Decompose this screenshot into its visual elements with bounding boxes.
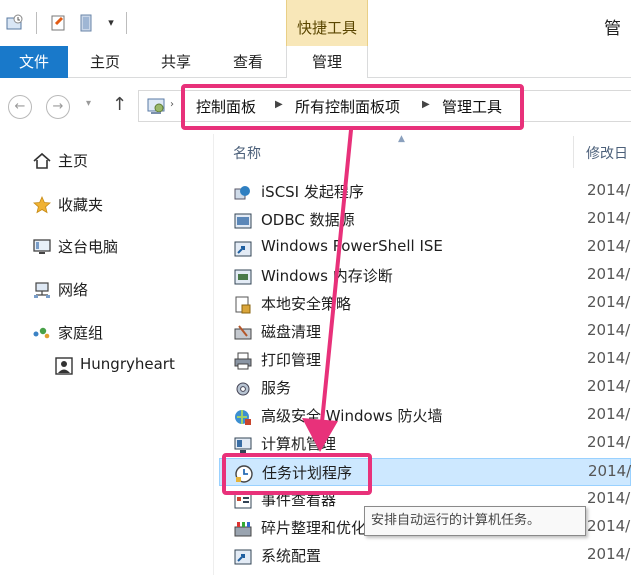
defragment-icon (234, 522, 252, 537)
task-scheduler-highlight-box (222, 453, 372, 495)
up-button[interactable]: ↑ (112, 94, 127, 115)
tab-view[interactable]: 查看 (222, 46, 274, 78)
sidebar-item-label: 这台电脑 (58, 238, 119, 256)
file-name: 打印管理 (261, 351, 322, 369)
file-date: 2014/ (587, 405, 631, 423)
tooltip: 安排自动运行的计算机任务。 (364, 506, 586, 536)
user-icon (55, 357, 73, 375)
new-folder-icon[interactable] (50, 14, 68, 32)
home-icon (33, 152, 51, 169)
recent-locations-chevron-icon[interactable]: ▾ (86, 98, 91, 109)
file-name: Windows PowerShell ISE (261, 237, 443, 255)
file-date: 2014/ (587, 293, 631, 311)
file-name: ODBC 数据源 (261, 211, 355, 229)
ribbon-tabs: 文件 主页 共享 查看 管理 (0, 46, 631, 79)
list-item[interactable]: Windows PowerShell ISE 2014/ (219, 234, 631, 262)
odbc-icon (234, 213, 252, 229)
window-title: 管 (604, 19, 621, 39)
file-name: 磁盘清理 (261, 323, 322, 341)
firewall-icon (235, 410, 251, 425)
computer-icon (33, 239, 51, 254)
tab-share[interactable]: 共享 (150, 46, 202, 78)
contextual-tab-group: 快捷工具 (286, 0, 368, 46)
forward-button[interactable]: → (46, 95, 70, 119)
file-date: 2014/ (587, 489, 631, 507)
properties-icon[interactable] (6, 14, 24, 32)
services-icon (236, 382, 250, 396)
star-icon (33, 195, 51, 214)
file-date: 2014/ (588, 462, 631, 480)
file-name: 服务 (261, 379, 292, 397)
file-date: 2014/ (587, 209, 631, 227)
sidebar-item-label: 家庭组 (58, 324, 104, 342)
column-divider[interactable] (573, 136, 574, 168)
chevron-right-icon: › (170, 99, 174, 110)
list-item[interactable]: 磁盘清理 2014/ (219, 318, 631, 346)
column-header-row: ▲ 名称 修改日 (214, 134, 631, 168)
tab-manage[interactable]: 管理 (286, 46, 368, 79)
address-highlight-box (181, 84, 524, 130)
control-panel-icon (147, 98, 165, 114)
sidebar-item-label: Hungryheart (80, 355, 175, 373)
file-date: 2014/ (587, 349, 631, 367)
list-item[interactable]: 服务 2014/ (219, 374, 631, 402)
file-name: 本地安全策略 (261, 295, 352, 313)
column-header-date-modified[interactable]: 修改日 (586, 143, 628, 163)
sidebar-item-label: 收藏夹 (58, 196, 104, 214)
list-item[interactable]: 高级安全 Windows 防火墙 2014/ (219, 402, 631, 430)
file-date: 2014/ (587, 545, 631, 563)
file-date: 2014/ (587, 265, 631, 283)
file-name: 计算机管理 (261, 435, 337, 453)
contextual-tab-group-label: 快捷工具 (296, 19, 357, 37)
tab-file[interactable]: 文件 (0, 46, 68, 78)
list-item[interactable]: ODBC 数据源 2014/ (219, 206, 631, 234)
back-button[interactable]: ← (8, 95, 32, 119)
iscsi-icon (234, 186, 250, 200)
file-date: 2014/ (587, 433, 631, 451)
file-date: 2014/ (587, 237, 631, 255)
file-name: iSCSI 发起程序 (261, 183, 364, 201)
list-item[interactable]: Windows 内存诊断 2014/ (219, 262, 631, 290)
sort-ascending-icon: ▲ (398, 134, 405, 144)
file-date: 2014/ (587, 181, 631, 199)
list-item[interactable]: 本地安全策略 2014/ (219, 290, 631, 318)
title-bar: ▾ 快捷工具 管 (0, 0, 631, 46)
navigation-pane: 主页 收藏夹 这台电脑 网络 家庭组 Hungryheart (0, 134, 214, 575)
file-date: 2014/ (587, 377, 631, 395)
sidebar-item-label: 主页 (58, 152, 89, 170)
list-item[interactable]: iSCSI 发起程序 2014/ (219, 178, 631, 206)
list-item[interactable]: 系统配置 2014/ (219, 542, 631, 570)
file-name: 系统配置 (261, 547, 322, 565)
toolbar-divider (126, 12, 127, 34)
network-icon (34, 282, 50, 298)
column-header-name[interactable]: 名称 (233, 143, 261, 163)
file-date: 2014/ (587, 517, 631, 535)
computer-management-icon (234, 437, 252, 453)
file-date: 2014/ (587, 321, 631, 339)
sidebar-item-label: 网络 (58, 281, 89, 299)
list-item[interactable]: 打印管理 2014/ (219, 346, 631, 374)
disk-cleanup-icon (234, 325, 252, 340)
memory-diagnostic-icon (234, 269, 252, 285)
file-name: Windows 内存诊断 (261, 267, 393, 285)
quick-access-dropdown-icon[interactable]: ▾ (104, 16, 118, 30)
shortcut-icon (234, 241, 252, 257)
undo-icon[interactable] (78, 14, 96, 32)
security-policy-icon (235, 296, 251, 314)
homegroup-icon (33, 327, 50, 339)
toolbar-divider (36, 12, 37, 34)
printer-icon (234, 352, 252, 370)
system-configuration-icon (234, 549, 252, 565)
tab-home[interactable]: 主页 (80, 46, 130, 78)
file-name: 高级安全 Windows 防火墙 (261, 407, 443, 425)
